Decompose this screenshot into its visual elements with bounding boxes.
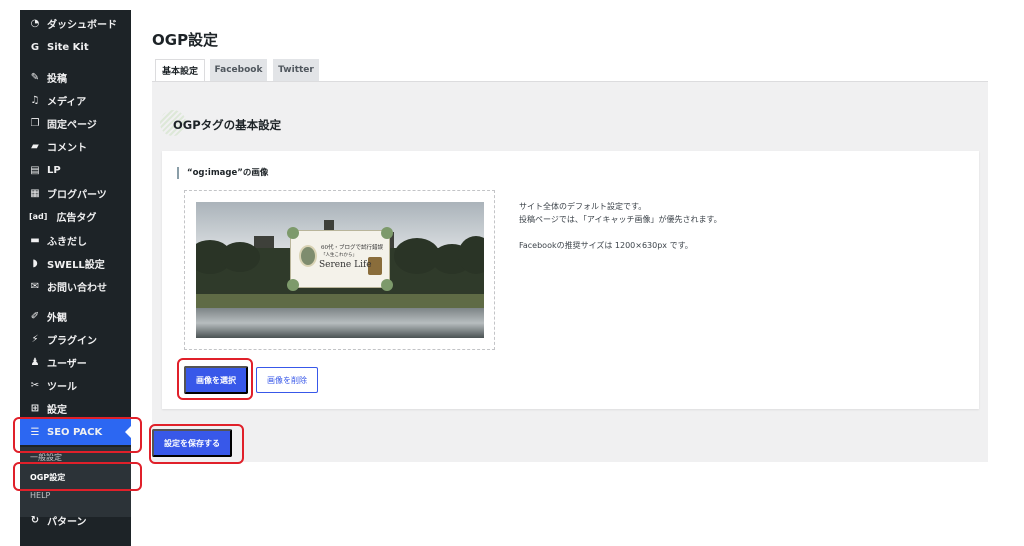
sidebar-item-comments[interactable]: ▰ コメント (20, 136, 131, 156)
sidebar-item-label: ツール (47, 381, 77, 393)
pin-icon: ✎ (30, 71, 40, 83)
highlight-save-settings (149, 424, 244, 464)
tab-twitter[interactable]: Twitter (273, 59, 319, 81)
sidebar-item-patterns[interactable]: ↻ パターン (20, 510, 131, 530)
google-g-icon: G (30, 41, 40, 53)
sidebar-item-label: LP (47, 164, 61, 176)
refresh-icon: ↻ (30, 514, 40, 526)
sidebar-item-posts[interactable]: ✎ 投稿 (20, 67, 131, 87)
highlight-seo-pack (13, 417, 142, 453)
media-icon: ♫ (30, 94, 40, 106)
portrait-image (299, 245, 317, 267)
tab-basic-settings[interactable]: 基本設定 (155, 59, 205, 82)
sidebar-item-label: ブログパーツ (47, 189, 107, 201)
sidebar-item-settings[interactable]: ⊞ 設定 (20, 398, 131, 418)
sidebar-item-label: コメント (47, 142, 87, 154)
banner-line-2: 「人生これから」 (321, 253, 357, 258)
sidebar-item-swell-settings[interactable]: ◗ SWELL設定 (20, 253, 131, 273)
sidebar-item-label: 外観 (47, 312, 67, 324)
settings-icon: ⊞ (30, 402, 40, 414)
sidebar-item-ad-tags[interactable]: [ad] 広告タグ (20, 206, 131, 226)
plugin-icon: ⚡ (31, 333, 39, 345)
pages-icon: ❐ (30, 117, 40, 129)
blog-banner: 60代・ブログで試行錯誤 「人生これから」 Serene Life (287, 227, 393, 291)
sidebar-item-pages[interactable]: ❐ 固定ページ (20, 113, 131, 133)
document-icon: ▤ (30, 164, 40, 176)
speech-bubble-icon: ▬ (30, 234, 40, 246)
sidebar-item-contact[interactable]: ✉ お問い合わせ (20, 276, 131, 296)
sidebar-item-lp[interactable]: ▤ LP (20, 160, 131, 180)
sidebar-item-label: お問い合わせ (47, 282, 107, 294)
sidebar-item-label: パターン (47, 516, 87, 528)
sidebar-item-label: SWELL設定 (47, 259, 105, 271)
brush-icon: ✐ (30, 310, 40, 322)
dashboard-icon: ◔ (30, 17, 40, 29)
sidebar-item-label: ユーザー (47, 358, 87, 370)
sidebar-item-fukidashi[interactable]: ▬ ふきだし (20, 230, 131, 250)
sidebar-item-label: ダッシュボード (47, 19, 117, 31)
description-line-2: 投稿ページでは、「アイキャッチ画像」が優先されます。 (519, 215, 722, 224)
sidebar-item-plugins[interactable]: ⚡ プラグイン (20, 329, 131, 349)
sidebar-item-dashboard[interactable]: ◔ ダッシュボード (20, 13, 131, 33)
highlight-ogp-settings (13, 462, 142, 491)
page-title: OGP設定 (152, 31, 219, 49)
comment-icon: ▰ (31, 140, 39, 152)
mail-icon: ✉ (30, 280, 40, 292)
ad-icon: [ad] (29, 211, 48, 221)
sidebar-item-tools[interactable]: ✂ ツール (20, 375, 131, 395)
sidebar-item-appearance[interactable]: ✐ 外観 (20, 306, 131, 326)
section-title: OGPタグの基本設定 (173, 118, 282, 132)
description-line-3: Facebookの推奨サイズは 1200×630px です。 (519, 241, 693, 250)
sidebar-item-label: プラグイン (47, 335, 97, 347)
sidebar-item-label: ふきだし (47, 236, 87, 248)
sidebar-item-users[interactable]: ♟ ユーザー (20, 352, 131, 372)
sidebar-item-label: Site Kit (47, 41, 89, 53)
sidebar-item-label: メディア (47, 96, 87, 108)
sidebar-item-label: 投稿 (47, 73, 67, 85)
og-image-preview: 60代・ブログで試行錯誤 「人生これから」 Serene Life (196, 202, 484, 338)
submenu-item-help[interactable]: HELP (30, 491, 50, 500)
sidebar-item-site-kit[interactable]: G Site Kit (20, 37, 131, 57)
highlight-select-image (177, 358, 253, 400)
sidebar-item-blog-parts[interactable]: ▦ ブログパーツ (20, 183, 131, 203)
sidebar-item-label: 設定 (47, 404, 67, 416)
sidebar-item-media[interactable]: ♫ メディア (20, 90, 131, 110)
description-line-1: サイト全体のデフォルト設定です。 (519, 202, 647, 211)
sidebar-item-label: 広告タグ (56, 212, 97, 224)
banner-line-3: Serene Life (319, 260, 372, 270)
sidebar-item-label: 固定ページ (47, 119, 97, 131)
layout-icon: ▦ (30, 187, 40, 199)
remove-image-button[interactable]: 画像を削除 (256, 367, 318, 393)
swell-icon: ◗ (32, 257, 38, 269)
wrench-icon: ✂ (30, 379, 40, 391)
banner-line-1: 60代・ブログで試行錯誤 (321, 245, 383, 251)
tab-facebook[interactable]: Facebook (210, 59, 267, 81)
user-icon: ♟ (30, 356, 40, 368)
field-label-og-image: “og:image”の画像 (177, 167, 268, 179)
